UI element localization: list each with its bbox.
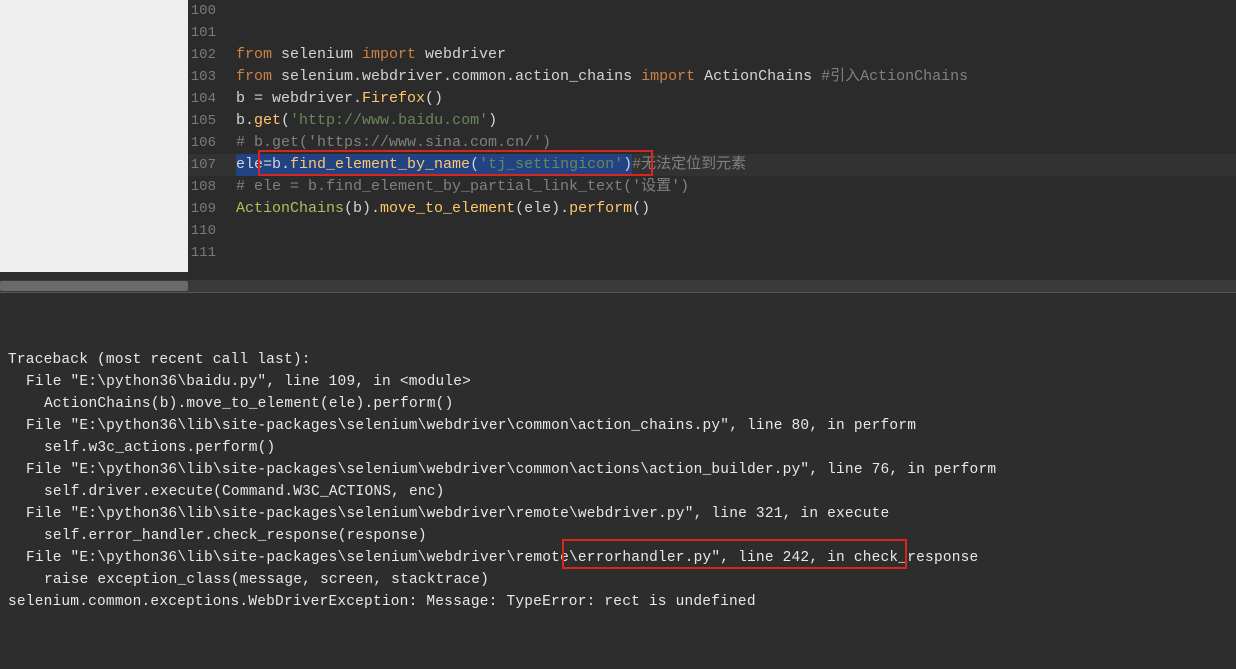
code-content[interactable]: b.get('http://www.baidu.com') <box>236 110 497 132</box>
code-token: import <box>362 44 425 66</box>
code-token: import <box>641 66 704 88</box>
line-number: 101 <box>188 22 236 44</box>
code-content[interactable]: b = webdriver.Firefox() <box>236 88 443 110</box>
code-token: # ele = b.find_element_by_partial_link_t… <box>236 176 689 198</box>
code-token: get <box>254 110 281 132</box>
code-token: Firefox <box>362 88 425 110</box>
line-number: 105 <box>188 110 236 132</box>
code-line[interactable]: 108# ele = b.find_element_by_partial_lin… <box>188 176 1236 198</box>
line-number: 102 <box>188 44 236 66</box>
code-line[interactable]: 110 <box>188 220 1236 242</box>
code-token: from <box>236 66 281 88</box>
code-line[interactable]: 103from selenium.webdriver.common.action… <box>188 66 1236 88</box>
code-token: 'http://www.baidu.com' <box>290 110 488 132</box>
code-token: b. <box>236 110 254 132</box>
code-content[interactable]: # b.get('https://www.sina.com.cn/') <box>236 132 551 154</box>
code-token: # b.get('https://www.sina.com.cn/') <box>236 132 551 154</box>
terminal-line: self.error_handler.check_response(respon… <box>8 525 1228 547</box>
terminal-output[interactable]: Traceback (most recent call last):File "… <box>0 293 1236 669</box>
code-token: selenium <box>281 44 362 66</box>
line-number: 106 <box>188 132 236 154</box>
code-token: =b. <box>263 154 290 176</box>
line-number: 109 <box>188 198 236 220</box>
top-section: 100101102from selenium import webdriver1… <box>0 0 1236 280</box>
line-number: 100 <box>188 0 236 22</box>
line-number: 111 <box>188 242 236 264</box>
code-token: () <box>425 88 443 110</box>
code-token: 'tj_settingicon' <box>479 154 623 176</box>
terminal-line: self.driver.execute(Command.W3C_ACTIONS,… <box>8 481 1228 503</box>
code-line[interactable]: 105b.get('http://www.baidu.com') <box>188 110 1236 132</box>
code-line[interactable]: 107ele=b.find_element_by_name('tj_settin… <box>188 154 1236 176</box>
code-token: b = webdriver. <box>236 88 362 110</box>
terminal-line: File "E:\python36\lib\site-packages\sele… <box>8 459 1228 481</box>
code-content[interactable]: ele=b.find_element_by_name('tj_settingic… <box>236 154 746 176</box>
code-token: perform <box>569 198 632 220</box>
code-token: ( <box>281 110 290 132</box>
code-token: ) <box>488 110 497 132</box>
code-line[interactable]: 100 <box>188 0 1236 22</box>
terminal-line: File "E:\python36\lib\site-packages\sele… <box>8 503 1228 525</box>
left-sidebar <box>0 0 188 272</box>
code-token: from <box>236 44 281 66</box>
code-line[interactable]: 106# b.get('https://www.sina.com.cn/') <box>188 132 1236 154</box>
line-number: 108 <box>188 176 236 198</box>
code-token: find_element_by_name <box>290 154 470 176</box>
code-token: ) <box>623 154 632 176</box>
line-number: 103 <box>188 66 236 88</box>
code-editor[interactable]: 100101102from selenium import webdriver1… <box>188 0 1236 280</box>
code-line[interactable]: 101 <box>188 22 1236 44</box>
terminal-line: Traceback (most recent call last): <box>8 349 1228 371</box>
terminal-line: self.w3c_actions.perform() <box>8 437 1228 459</box>
code-token: ( <box>470 154 479 176</box>
terminal-line: File "E:\python36\lib\site-packages\sele… <box>8 547 1228 569</box>
terminal-line: ActionChains(b).move_to_element(ele).per… <box>8 393 1228 415</box>
code-token: #无法定位到元素 <box>632 154 746 176</box>
code-content[interactable]: # ele = b.find_element_by_partial_link_t… <box>236 176 689 198</box>
code-token: (ele). <box>515 198 569 220</box>
code-line[interactable]: 102from selenium import webdriver <box>188 44 1236 66</box>
terminal-line: selenium.common.exceptions.WebDriverExce… <box>8 591 1228 613</box>
code-content[interactable]: from selenium.webdriver.common.action_ch… <box>236 66 968 88</box>
line-number: 110 <box>188 220 236 242</box>
terminal-line: raise exception_class(message, screen, s… <box>8 569 1228 591</box>
code-token: ActionChains <box>236 198 344 220</box>
code-token: #引入ActionChains <box>821 66 968 88</box>
code-token: (b). <box>344 198 380 220</box>
code-token: move_to_element <box>380 198 515 220</box>
line-number: 104 <box>188 88 236 110</box>
code-line[interactable]: 104b = webdriver.Firefox() <box>188 88 1236 110</box>
code-token: () <box>632 198 650 220</box>
line-number: 107 <box>188 154 236 176</box>
code-token: ele <box>236 154 263 176</box>
terminal-line: File "E:\python36\baidu.py", line 109, i… <box>8 371 1228 393</box>
horizontal-scrollbar[interactable] <box>0 280 1236 292</box>
code-content[interactable]: ActionChains(b).move_to_element(ele).per… <box>236 198 650 220</box>
horizontal-scrollbar-thumb[interactable] <box>0 281 188 291</box>
code-token: webdriver <box>425 44 506 66</box>
code-line[interactable]: 111 <box>188 242 1236 264</box>
code-content[interactable]: from selenium import webdriver <box>236 44 506 66</box>
code-line[interactable]: 109ActionChains(b).move_to_element(ele).… <box>188 198 1236 220</box>
code-token: selenium.webdriver.common.action_chains <box>281 66 641 88</box>
code-token: ActionChains <box>704 66 821 88</box>
terminal-line: File "E:\python36\lib\site-packages\sele… <box>8 415 1228 437</box>
